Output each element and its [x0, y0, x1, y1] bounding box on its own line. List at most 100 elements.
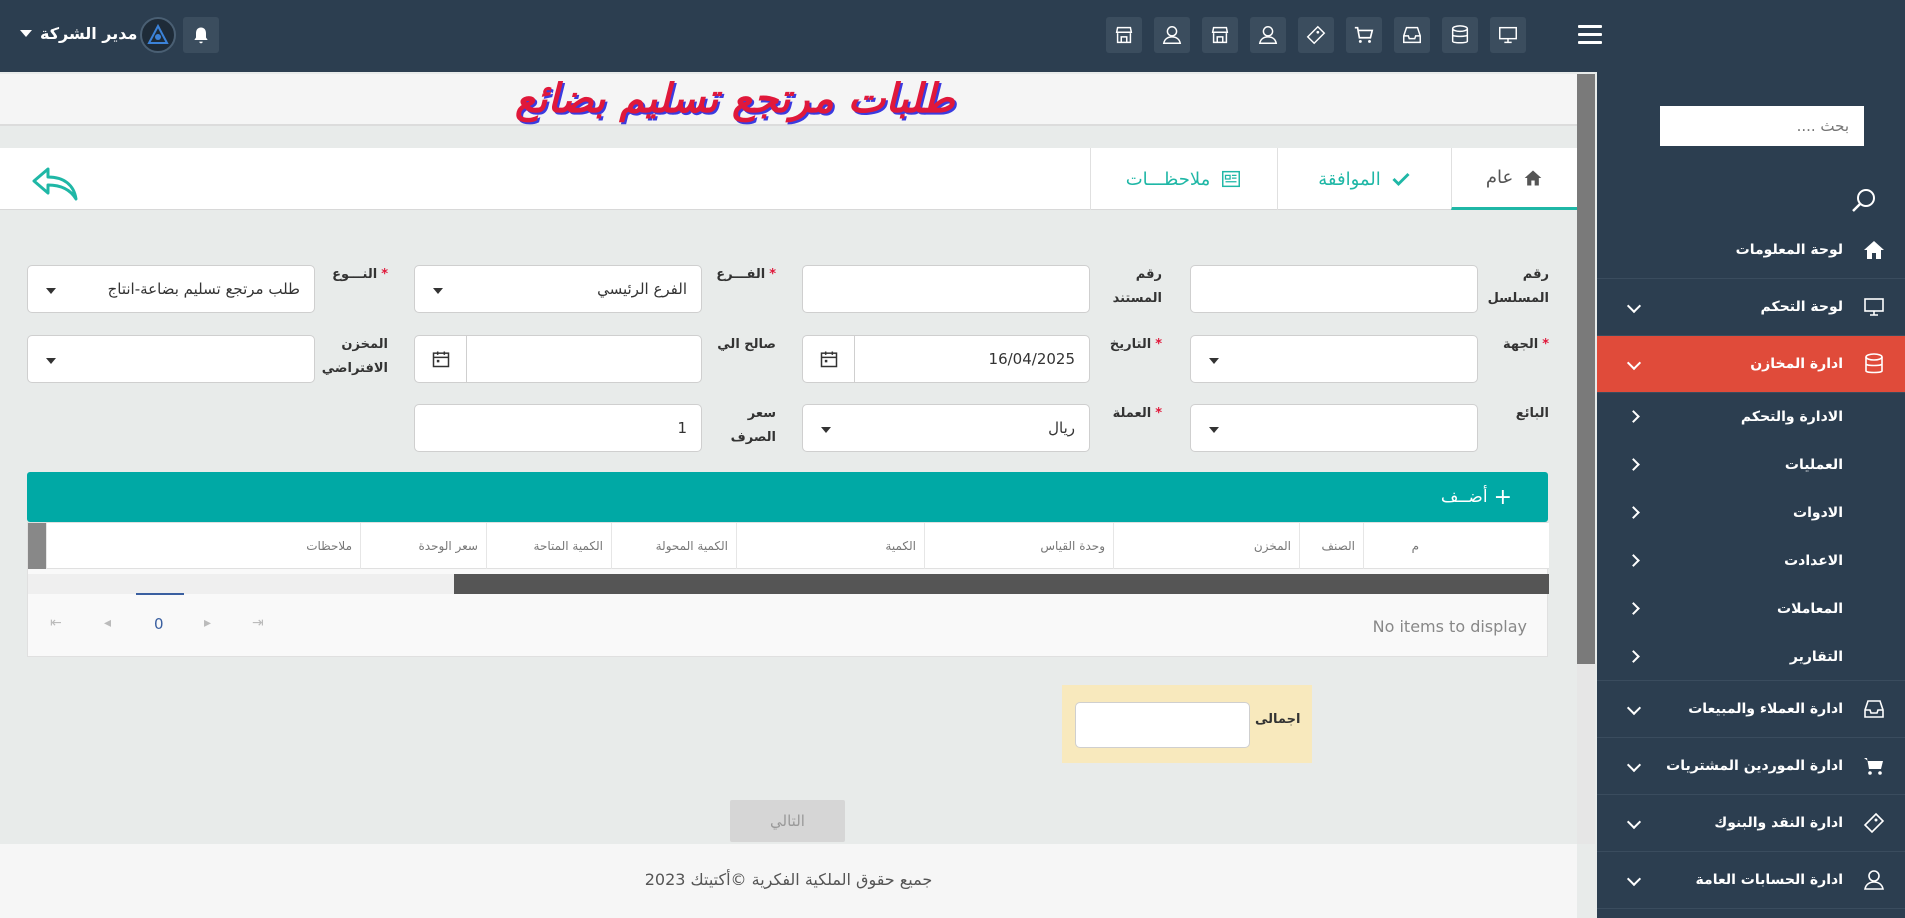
user-icon[interactable]: [1154, 17, 1190, 53]
rate-field[interactable]: 1: [414, 404, 702, 452]
vertical-scrollbar[interactable]: [1577, 74, 1595, 844]
col-header[interactable]: الصنف: [1299, 523, 1363, 569]
col-header[interactable]: وحدة القياس: [924, 523, 1113, 569]
total-label: اجمالى: [1255, 712, 1301, 727]
store-icon[interactable]: [1202, 17, 1238, 53]
next-page-icon[interactable]: ▸: [204, 615, 211, 631]
type-select[interactable]: طلب مرتجع تسليم بضاعة-انتاج: [27, 265, 315, 313]
serial-field[interactable]: [1190, 265, 1478, 313]
date-label-text: التاريخ: [1109, 337, 1152, 352]
branch-select[interactable]: الفرع الرئيسي: [414, 265, 702, 313]
col-header[interactable]: المخزن: [1113, 523, 1299, 569]
sidebar-subitem-reports[interactable]: التقارير: [1597, 633, 1905, 681]
col-header[interactable]: الكمية المحولة: [611, 523, 736, 569]
sidebar-item-suppliers-purchases[interactable]: ادارة الموردين المشتريات: [1597, 738, 1905, 795]
sidebar-item-control-panel[interactable]: لوحة التحكم: [1597, 279, 1905, 336]
col-header[interactable]: ملاحظات: [46, 523, 360, 569]
sidebar-item-general-accounts[interactable]: ادارة الحسابات العامة: [1597, 852, 1905, 909]
hamburger-menu-icon[interactable]: [1578, 25, 1602, 45]
user-menu[interactable]: مدير الشركة: [20, 24, 137, 43]
calendar-icon[interactable]: [415, 336, 467, 382]
doc-no-label: رقم المستند: [1112, 267, 1162, 306]
prev-page-icon[interactable]: ◂: [104, 615, 111, 631]
chevron-left-icon: [1627, 650, 1640, 663]
calendar-icon[interactable]: [803, 336, 855, 382]
page-number[interactable]: 0: [154, 615, 164, 633]
total-field[interactable]: [1075, 702, 1250, 748]
sidebar-subitem-label: التقارير: [1789, 648, 1843, 665]
tab-notes[interactable]: ملاحظـــات: [1090, 148, 1277, 210]
last-page-icon[interactable]: ⇥: [252, 615, 264, 631]
tab-bar: عام الموافقة ملاحظـــات: [0, 148, 1577, 210]
default-store-label: المخزن الافتراضي: [321, 337, 388, 376]
avatar[interactable]: [140, 17, 176, 53]
default-store-select[interactable]: [27, 335, 315, 383]
add-row-label: أضــف: [1440, 487, 1488, 507]
col-header[interactable]: سعر الوحدة: [360, 523, 486, 569]
horizontal-scrollbar[interactable]: [28, 574, 1549, 595]
footer: جميع حقوق الملكية الفكرية ©أكتيتك 2023: [0, 844, 1577, 918]
sidebar-subitem-admin[interactable]: الادارة والتحكم: [1597, 393, 1905, 441]
col-header[interactable]: م: [1363, 523, 1427, 569]
currency-label: *العملة: [1112, 406, 1162, 421]
inbox-icon[interactable]: [1394, 17, 1430, 53]
first-page-icon[interactable]: ⇤: [50, 615, 62, 631]
currency-select[interactable]: ريال: [802, 404, 1090, 452]
doc-no-field[interactable]: [802, 265, 1090, 313]
chevron-left-icon: [1627, 554, 1640, 567]
tab-approval[interactable]: الموافقة: [1277, 148, 1451, 210]
seller-select[interactable]: [1190, 404, 1478, 452]
currency-label-text: العملة: [1112, 406, 1152, 421]
sidebar: لوحة المعلومات لوحة التحكم ادارة المخازن…: [1597, 72, 1905, 918]
cart-icon: [1857, 749, 1891, 783]
valid-to-field[interactable]: [414, 335, 702, 383]
sidebar-subitem-settings[interactable]: الاعدادت: [1597, 537, 1905, 585]
sidebar-item-cash-banks[interactable]: ادارة النقد والبنوك: [1597, 795, 1905, 852]
sidebar-subitem-tools[interactable]: الادوات: [1597, 489, 1905, 537]
date-label: *التاريخ: [1109, 337, 1162, 352]
monitor-icon[interactable]: [1490, 17, 1526, 53]
chevron-left-icon: [1627, 506, 1640, 519]
sidebar-item-stores[interactable]: ادارة المخازن: [1597, 336, 1905, 393]
store-icon[interactable]: [1106, 17, 1142, 53]
grid-header: م الصنف المخزن وحدة القياس الكمية الكمية…: [28, 523, 1549, 569]
sidebar-subitem-operations[interactable]: العمليات: [1597, 441, 1905, 489]
search-icon[interactable]: [1849, 186, 1879, 216]
check-icon: [1392, 172, 1410, 187]
sidebar-menu: لوحة المعلومات لوحة التحكم ادارة المخازن…: [1597, 222, 1905, 909]
ticket-icon[interactable]: [1298, 17, 1334, 53]
back-arrow-icon[interactable]: [30, 163, 80, 203]
tab-label: ملاحظـــات: [1125, 168, 1211, 190]
ticket-icon: [1857, 806, 1891, 840]
branch-label: *الفـــرع: [716, 267, 776, 282]
database-icon[interactable]: [1442, 17, 1478, 53]
tab-general[interactable]: عام: [1451, 148, 1577, 210]
sidebar-item-customers-sales[interactable]: ادارة العملاء والمبيعات: [1597, 681, 1905, 738]
party-label-text: الجهة: [1503, 337, 1539, 352]
sidebar-subitem-label: الادارة والتحكم: [1740, 409, 1843, 425]
sidebar-search-input[interactable]: [1660, 106, 1864, 146]
caret-down-icon: [46, 358, 56, 364]
col-header[interactable]: الكمية المتاحة: [486, 523, 611, 569]
type-label: *النـــوع: [332, 267, 388, 282]
user-icon: [1857, 863, 1891, 897]
home-icon: [1857, 233, 1891, 267]
sidebar-item-dashboard[interactable]: لوحة المعلومات: [1597, 222, 1905, 279]
date-field[interactable]: 16/04/2025: [802, 335, 1090, 383]
user-icon[interactable]: [1250, 17, 1286, 53]
inbox-icon: [1857, 692, 1891, 726]
sidebar-subitem-label: الاعدادت: [1784, 553, 1843, 569]
party-select[interactable]: [1190, 335, 1478, 383]
bell-icon[interactable]: [183, 17, 219, 53]
tab-label: عام: [1485, 167, 1514, 188]
caret-down-icon: [1209, 427, 1219, 433]
add-row-button[interactable]: + أضــف: [27, 472, 1548, 522]
sidebar-subitem-transactions[interactable]: المعاملات: [1597, 585, 1905, 633]
cart-icon[interactable]: [1346, 17, 1382, 53]
sidebar-item-label: لوحة المعلومات: [1735, 242, 1843, 258]
user-name: مدير الشركة: [40, 24, 138, 43]
next-button[interactable]: التالي: [730, 800, 845, 842]
caret-down-icon: [433, 288, 443, 294]
col-header[interactable]: الكمية: [736, 523, 924, 569]
chevron-left-icon: [1627, 410, 1640, 423]
